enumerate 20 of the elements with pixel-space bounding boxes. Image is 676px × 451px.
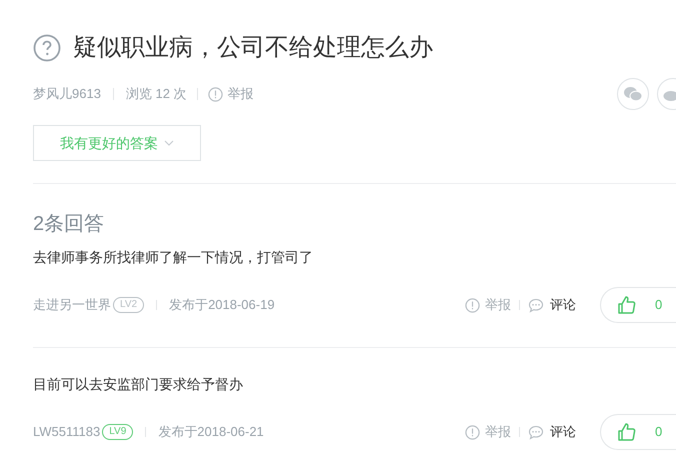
publish-date: 发布于2018-06-21: [158, 423, 264, 442]
level-badge: LV2: [113, 297, 144, 313]
comment-button[interactable]: 评论: [528, 422, 576, 442]
view-count: 浏览 12 次: [126, 85, 187, 104]
question-author[interactable]: 梦风儿9613: [33, 84, 101, 104]
comment-button[interactable]: 评论: [528, 295, 576, 315]
question-title: 疑似职业病，公司不给处理怎么办: [73, 33, 433, 63]
report-link[interactable]: 举报: [208, 84, 254, 104]
publish-date: 发布于2018-06-19: [169, 296, 275, 314]
answer-author[interactable]: 走进另一世界: [33, 295, 111, 315]
answer-author[interactable]: LW5511183: [33, 422, 100, 442]
report-link[interactable]: 举报: [465, 295, 511, 315]
answer-text: 去律师事务所找律师了解一下情况，打管司了: [33, 248, 314, 267]
like-button[interactable]: 0: [600, 287, 676, 323]
report-link[interactable]: 举报: [465, 422, 511, 442]
answer-text: 目前可以去安监部门要求给予督办: [33, 375, 244, 394]
level-badge: LV9: [102, 424, 134, 440]
like-button[interactable]: 0: [600, 414, 676, 450]
answers-heading: 2条回答: [33, 212, 106, 237]
better-answer-button[interactable]: 我有更好的答案: [33, 125, 201, 161]
